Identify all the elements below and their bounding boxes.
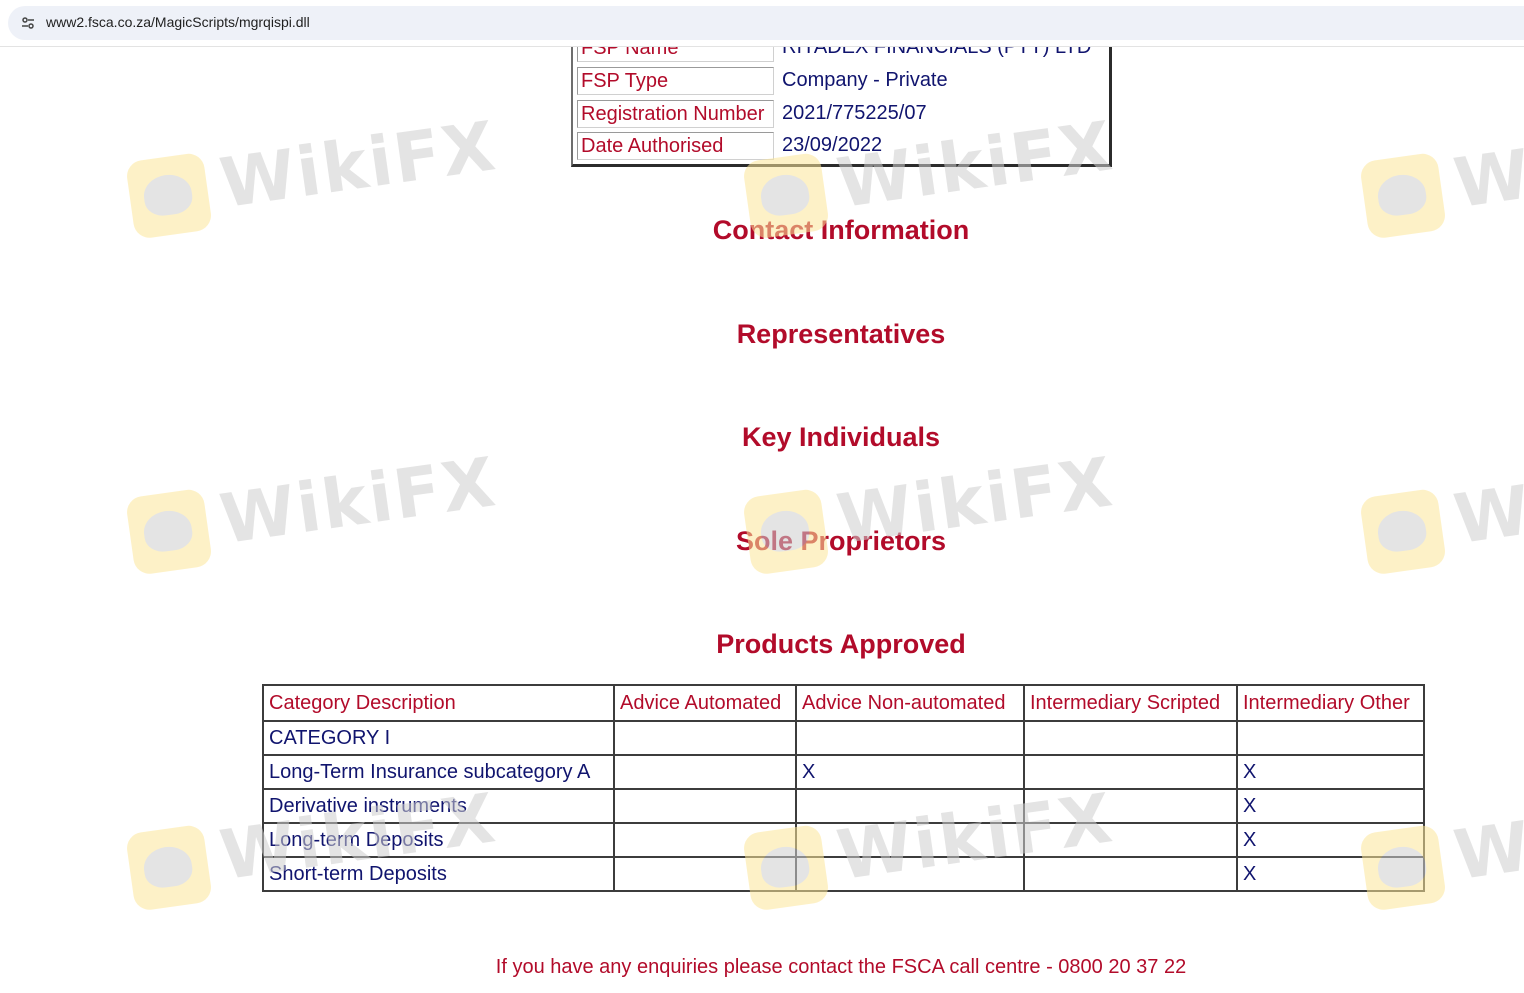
table-cell (1023, 754, 1238, 790)
table-cell (795, 822, 1025, 858)
table-cell (1023, 788, 1238, 824)
fsp-label: Date Authorised (577, 132, 774, 160)
table-cell (613, 788, 797, 824)
table-cell (613, 754, 797, 790)
column-header: Intermediary Scripted (1023, 684, 1238, 722)
heading-key-individuals: Key Individuals (741, 422, 941, 452)
fsp-details-table: FSP Name RIYADEX FINANCIALS (PTY) LTD FS… (571, 28, 1112, 167)
category-cell: CATEGORY I (262, 720, 615, 756)
watermark-text: WikiFX (215, 107, 502, 225)
fsp-value: 23/09/2022 (782, 134, 883, 156)
heading-contact-information: Contact Information (712, 215, 970, 245)
category-cell: Long-term Deposits (262, 822, 615, 858)
heading-sole-proprietors: Sole Proprietors (735, 526, 947, 556)
fsp-value: 2021/775225/07 (782, 102, 927, 124)
column-header: Advice Automated (613, 684, 797, 722)
table-row: Long-term Deposits X (262, 822, 1425, 858)
browser-address-bar: www2.fsca.co.za/MagicScripts/mgrqispi.dl… (0, 0, 1524, 47)
category-cell: Short-term Deposits (262, 856, 615, 892)
url-box[interactable]: www2.fsca.co.za/MagicScripts/mgrqispi.dl… (8, 6, 1524, 40)
table-cell (795, 788, 1025, 824)
table-row: Long-Term Insurance subcategory A X X (262, 754, 1425, 790)
heading-products-approved: Products Approved (716, 629, 966, 659)
watermark-text: WikiFX (1449, 107, 1524, 225)
table-cell (1236, 720, 1425, 756)
table-cell (795, 856, 1025, 892)
fsp-value: Company - Private (782, 69, 948, 91)
table-row: Short-term Deposits X (262, 856, 1425, 892)
fsp-row-registration-number: Registration Number 2021/775225/07 (577, 100, 1107, 128)
fsp-row-type: FSP Type Company - Private (577, 67, 1107, 95)
footer-enquiries-note: If you have any enquiries please contact… (495, 956, 1187, 978)
table-cell: X (1236, 822, 1425, 858)
table-row: Derivative instruments X (262, 788, 1425, 824)
fsca-fsp-details-page: FSP Name RIYADEX FINANCIALS (PTY) LTD FS… (0, 0, 1524, 993)
table-cell (1023, 856, 1238, 892)
url-text[interactable]: www2.fsca.co.za/MagicScripts/mgrqispi.dl… (46, 14, 310, 30)
table-cell: X (1236, 856, 1425, 892)
heading-representatives: Representatives (736, 319, 946, 349)
table-cell: X (795, 754, 1025, 790)
table-cell (613, 822, 797, 858)
table-cell (1023, 822, 1238, 858)
column-header: Category Description (262, 684, 615, 722)
fsp-row-date-authorised: Date Authorised 23/09/2022 (577, 132, 1107, 160)
column-header: Intermediary Other (1236, 684, 1425, 722)
fsp-label: Registration Number (577, 100, 774, 128)
category-cell: Derivative instruments (262, 788, 615, 824)
table-row: CATEGORY I (262, 720, 1425, 756)
table-cell (613, 856, 797, 892)
table-cell (795, 720, 1025, 756)
fsp-label: FSP Type (577, 67, 774, 95)
table-cell: X (1236, 788, 1425, 824)
table-cell (1023, 720, 1238, 756)
watermark-text: WikiFX (1449, 779, 1524, 897)
category-cell: Long-Term Insurance subcategory A (262, 754, 615, 790)
table-cell: X (1236, 754, 1425, 790)
wikifx-logo-icon (124, 823, 214, 912)
table-cell (613, 720, 797, 756)
products-approved-table: Category Description Advice Automated Ad… (262, 684, 1425, 892)
column-header: Advice Non-automated (795, 684, 1025, 722)
watermark: WikiFX (1356, 432, 1524, 585)
watermark: WikiFX (122, 432, 502, 585)
tune-icon[interactable] (18, 13, 38, 33)
table-header-row: Category Description Advice Automated Ad… (262, 684, 1425, 722)
watermark: WikiFX (739, 432, 1119, 585)
